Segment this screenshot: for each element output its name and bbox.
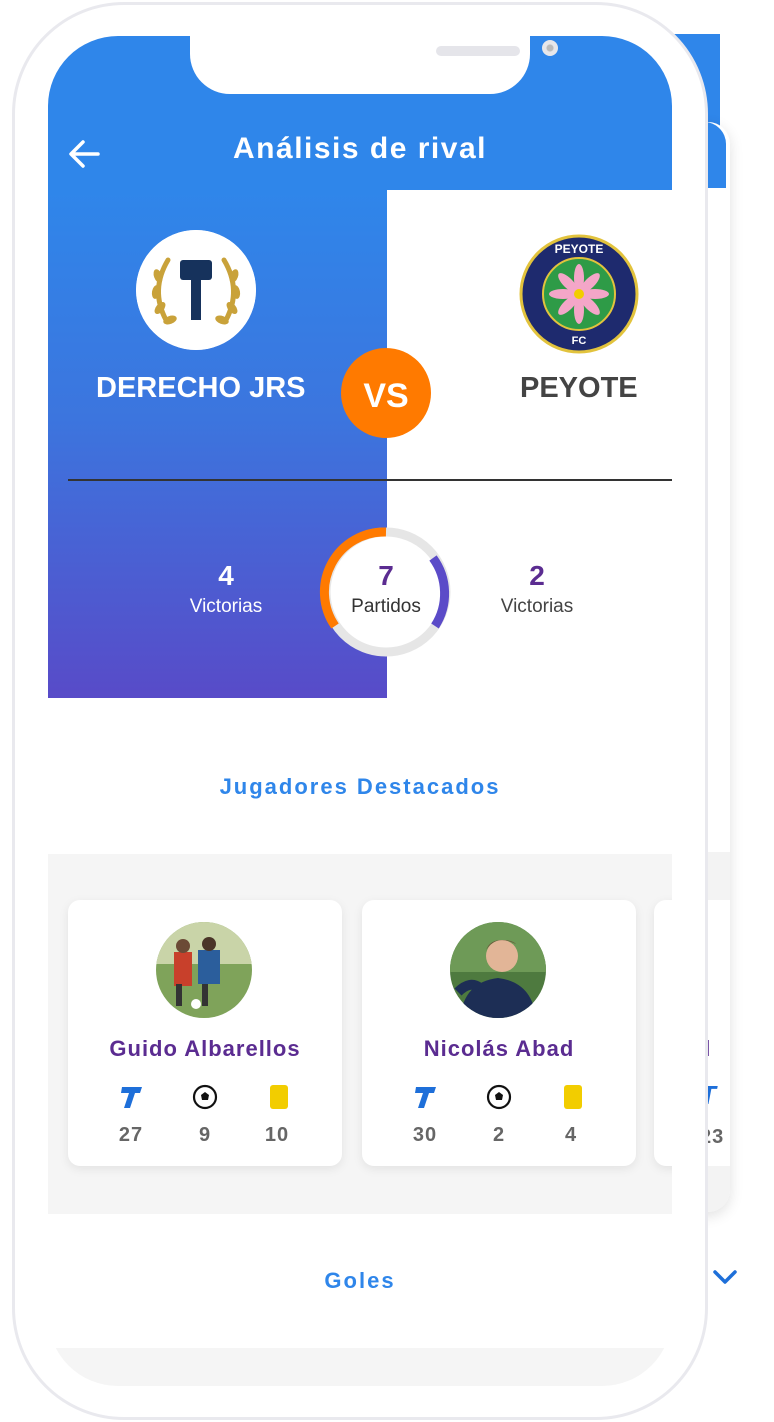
soccer-ball-icon: [190, 1082, 220, 1112]
stat-value: 4: [564, 1124, 578, 1146]
stat-value: 9: [198, 1124, 212, 1146]
team-t-icon: [116, 1082, 146, 1112]
player-stat-icons: [68, 1082, 342, 1112]
away-badge-bottom-text: FC: [572, 335, 587, 347]
app-header: Análisis de rival: [48, 124, 672, 190]
speaker: [436, 46, 520, 56]
notch: [190, 36, 558, 94]
stat-value: 2: [492, 1124, 506, 1146]
player-card[interactable]: Guido Albarellos 27 9 10: [68, 900, 342, 1166]
vs-badge: VS: [341, 348, 431, 438]
away-wins-label: Victorias: [500, 596, 574, 617]
player-name: Guido Albarellos: [109, 1036, 301, 1061]
player-avatar: [156, 922, 252, 1018]
home-wins-count: 4: [218, 560, 234, 591]
matches-label: Partidos: [351, 596, 421, 617]
phone-screen: Análisis de rival PEYOTE FC DERECHO JRS …: [48, 36, 672, 1386]
player-card[interactable]: Nicolás Abad 30 2 4: [362, 900, 636, 1166]
away-badge-top-text: PEYOTE: [555, 242, 604, 256]
home-team-badge[interactable]: [136, 230, 256, 350]
home-team-name: DERECHO JRS: [96, 372, 306, 404]
player-stat-icons: [362, 1082, 636, 1112]
soccer-ball-icon: [484, 1082, 514, 1112]
matches-count: 7: [378, 560, 394, 591]
chevron-down-icon[interactable]: [712, 1266, 738, 1288]
stat-value: 30: [412, 1124, 438, 1146]
team-t-icon: [410, 1082, 440, 1112]
yellow-card-icon: [558, 1082, 588, 1112]
divider: [68, 479, 672, 481]
bottom-strip: [48, 1348, 672, 1386]
yellow-card-icon: [264, 1082, 294, 1112]
featured-players-title: Jugadores Destacados: [219, 774, 501, 799]
away-team-name: PEYOTE: [520, 372, 638, 404]
matches-ring: [319, 527, 451, 657]
away-team-badge[interactable]: PEYOTE FC: [519, 234, 639, 354]
home-wins-label: Victorias: [189, 596, 263, 617]
page-title: Análisis de rival: [233, 132, 487, 165]
player-avatar: [450, 922, 546, 1018]
stat-value: 27: [118, 1124, 144, 1146]
stat-value: 10: [264, 1124, 290, 1146]
player-card-partial[interactable]: [654, 900, 672, 1166]
player-name: Nicolás Abad: [423, 1036, 575, 1061]
goals-section-title[interactable]: Goles: [48, 1268, 672, 1294]
away-wins-count: 2: [529, 560, 545, 591]
camera: [542, 40, 558, 56]
